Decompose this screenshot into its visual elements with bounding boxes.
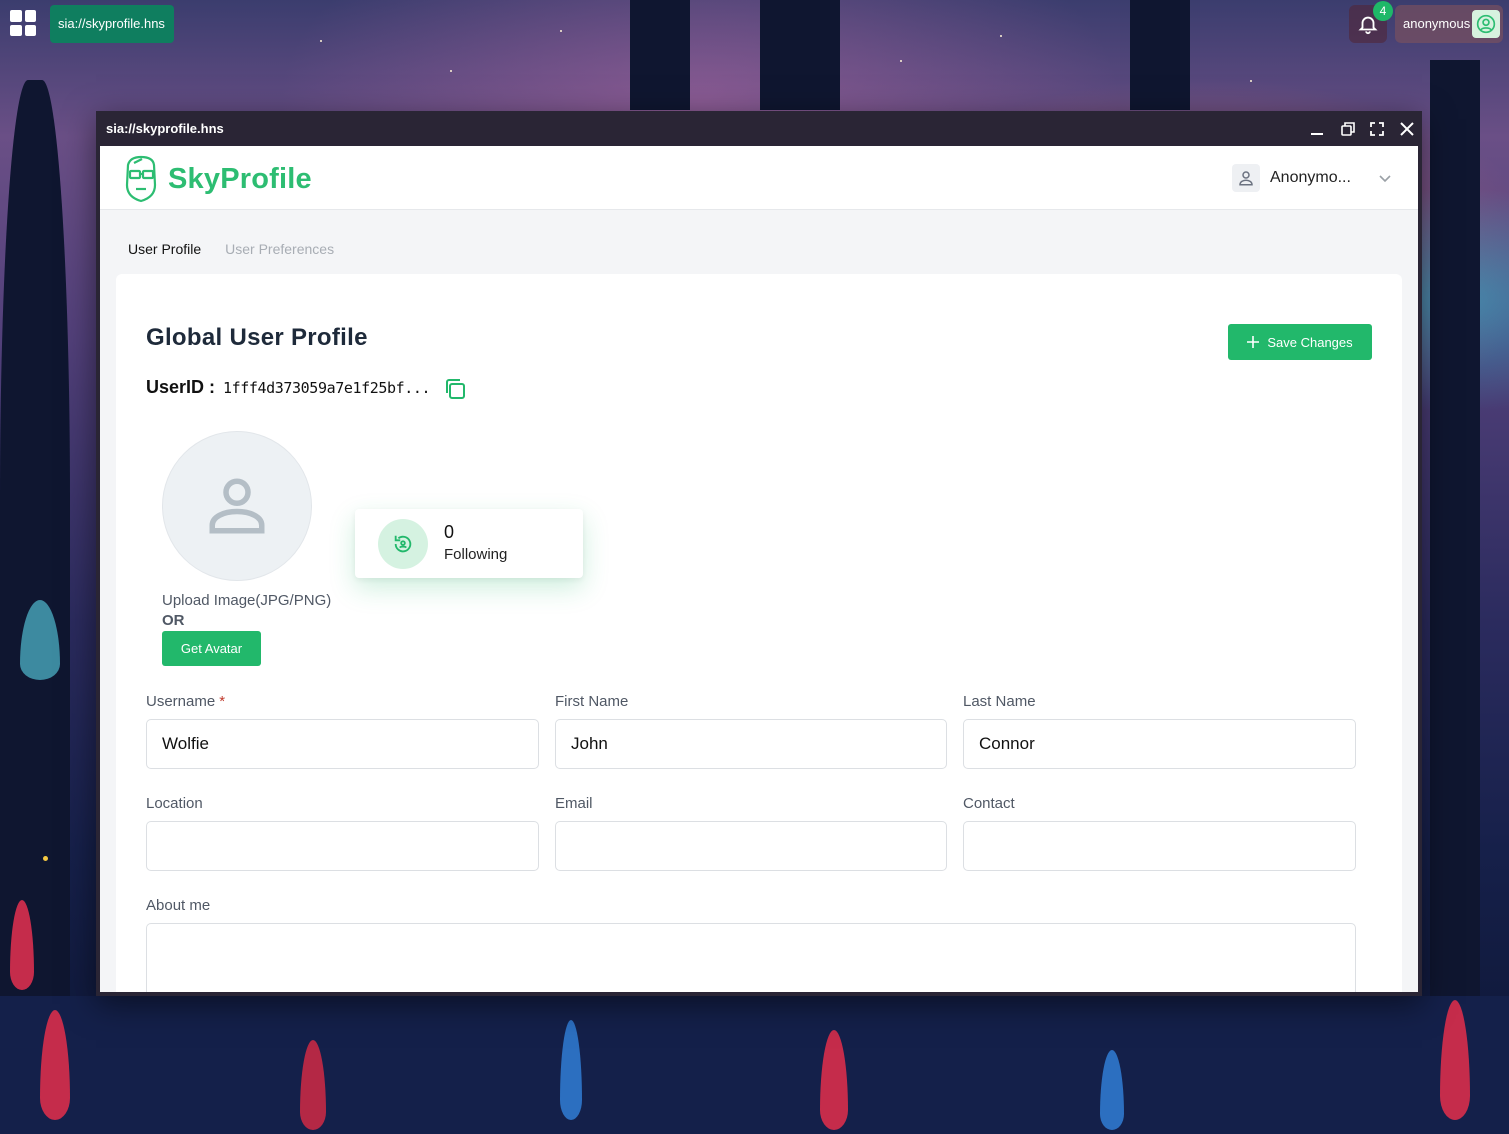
- notification-badge: 4: [1373, 1, 1393, 21]
- userid-label: UserID :: [146, 377, 216, 397]
- app-launcher-button[interactable]: [8, 8, 38, 38]
- about-me-textarea[interactable]: [146, 923, 1356, 992]
- page-title: Global User Profile: [146, 324, 368, 351]
- account-menu[interactable]: Anonymo...: [1232, 164, 1392, 192]
- skyprofile-logo-icon: [125, 155, 157, 203]
- following-count: 0: [444, 522, 455, 542]
- logo[interactable]: SkyProfile: [122, 155, 312, 203]
- username-label: Username *: [146, 693, 226, 710]
- restore-icon: [1341, 122, 1355, 136]
- contact-label: Contact: [963, 795, 1015, 812]
- following-icon: [378, 519, 428, 569]
- desktop-user-name: anonymous: [1403, 16, 1471, 31]
- tab-user-profile[interactable]: User Profile: [128, 241, 201, 257]
- tab-user-preferences[interactable]: User Preferences: [225, 241, 334, 257]
- app-content: SkyProfile Anonymo... User Profile User …: [100, 146, 1418, 992]
- profile-tabs: User Profile User Preferences: [128, 241, 334, 257]
- copy-userid-button[interactable]: [442, 376, 468, 402]
- app-window: sia://skyprofile.hns SkyProfile Anonymo.…: [96, 111, 1422, 996]
- notifications-button[interactable]: 4: [1349, 1, 1393, 43]
- following-card[interactable]: 0 Following: [355, 509, 583, 578]
- copy-icon: [446, 379, 465, 399]
- save-changes-label: Save Changes: [1267, 334, 1353, 350]
- first-name-label: First Name: [555, 693, 629, 710]
- userid-value: 1fff4d373059a7e1f25bf...: [223, 379, 431, 397]
- last-name-label: Last Name: [963, 693, 1036, 710]
- logo-text: SkyProfile: [168, 162, 312, 195]
- about-me-label: About me: [146, 897, 211, 914]
- account-name: Anonymo...: [1270, 169, 1351, 186]
- first-name-input[interactable]: John: [555, 719, 947, 769]
- minimize-button[interactable]: [1305, 117, 1329, 141]
- app-header: SkyProfile Anonymo...: [100, 146, 1418, 210]
- email-label: Email: [555, 795, 593, 812]
- desktop-user-menu[interactable]: anonymous: [1395, 5, 1503, 43]
- person-icon: [1232, 164, 1260, 192]
- email-input[interactable]: [555, 821, 947, 871]
- save-changes-button[interactable]: Save Changes: [1228, 324, 1372, 360]
- window-title: sia://skyprofile.hns: [106, 121, 224, 136]
- location-label: Location: [146, 795, 203, 812]
- close-button[interactable]: [1395, 117, 1419, 141]
- person-placeholder-icon: [209, 478, 265, 534]
- profile-avatar[interactable]: [162, 431, 312, 581]
- fullscreen-button[interactable]: [1365, 117, 1389, 141]
- plus-icon: [1247, 336, 1260, 348]
- following-label: Following: [444, 546, 508, 563]
- chevron-down-icon: [1379, 175, 1391, 183]
- contact-input[interactable]: [963, 821, 1356, 871]
- taskbar-tab[interactable]: sia://skyprofile.hns: [50, 5, 174, 43]
- required-mark: *: [219, 693, 226, 710]
- profile-card: Global User Profile Save Changes UserID …: [116, 274, 1402, 992]
- close-icon: [1400, 122, 1414, 136]
- or-separator: OR: [162, 612, 185, 629]
- location-input[interactable]: [146, 821, 539, 871]
- restore-button[interactable]: [1336, 117, 1360, 141]
- get-avatar-button[interactable]: Get Avatar: [162, 631, 261, 666]
- minimize-icon: [1311, 133, 1323, 135]
- last-name-input[interactable]: Connor: [963, 719, 1356, 769]
- username-input[interactable]: Wolfie: [146, 719, 539, 769]
- user-avatar-icon: [1472, 10, 1500, 38]
- fullscreen-icon: [1370, 122, 1384, 136]
- upload-image-link[interactable]: Upload Image(JPG/PNG): [162, 592, 331, 609]
